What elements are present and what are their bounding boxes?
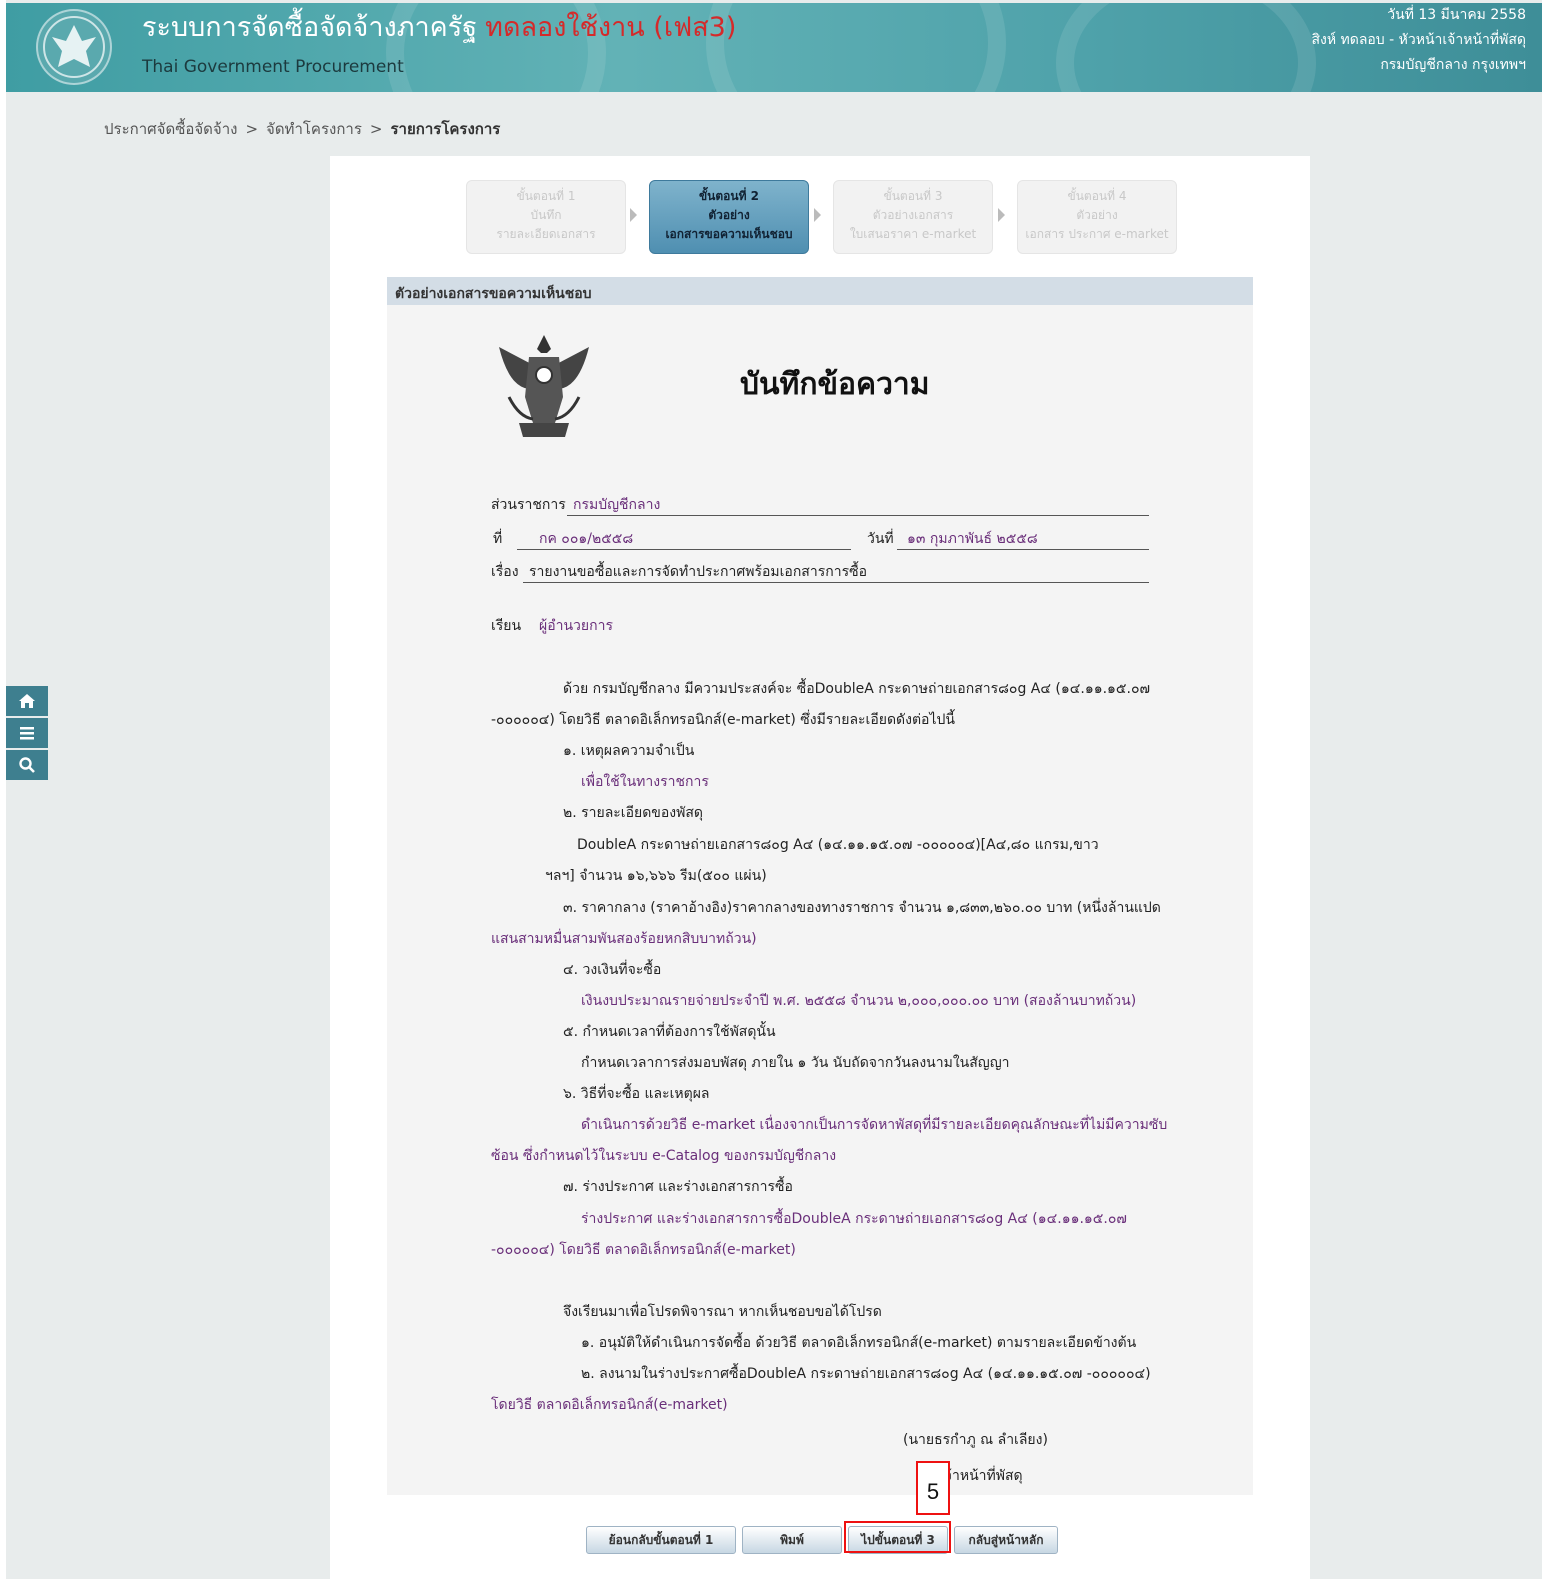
field-underline [897,549,1149,550]
body-line: กำหนดเวลาการส่งมอบพัสดุ ภายใน ๑ วัน นับถ… [581,1055,1010,1071]
step-2[interactable]: ขั้นตอนที่ 2 ตัวอย่าง เอกสารขอความเห็นชอ… [649,180,809,254]
to-value: ผู้อำนวยการ [539,618,613,634]
signer-title: เจ้าหน้าที่พัสดุ [939,1468,1023,1484]
step-number: ขั้นตอนที่ 3 [883,189,943,203]
step-label: ตัวอย่างเอกสาร [872,208,954,222]
body-line: ๔. วงเงินที่จะซื้อ [563,962,662,978]
body-line: จึงเรียนมาเพื่อโปรดพิจารณา หากเห็นชอบขอไ… [563,1304,882,1320]
user-info: วันที่ 13 มีนาคม 2558 สิงห์ ทดลอบ - หัวห… [1311,3,1526,78]
body-line: แสนสามหมื่นสามพันสองร้อยหกสิบบาทถ้วน) [491,931,757,947]
step-label: ตัวอย่าง [708,208,750,222]
garuda-seal-icon[interactable] [36,9,112,85]
memo-date-value: ๑๓ กุมภาพันธ์ ๒๕๕๘ [907,531,1038,547]
to-label: เรียน [491,618,522,634]
body-line: โดยวิธี ตลาดอิเล็กทรอนิกส์(e-market) [491,1397,728,1413]
annotation-highlight [844,1521,951,1553]
subject-label: เรื่อง [491,564,519,580]
trial-label: ทดลองใช้งาน (เฟส3) [485,12,737,43]
body-line: ๓. ราคากลาง (ราคาอ้างอิง)ราคากลางของทางร… [563,900,1161,916]
current-date: วันที่ 13 มีนาคม 2558 [1387,7,1526,23]
memo-document: บันทึกข้อความ ส่วนราชการ กรมบัญชีกลาง ที… [387,305,1253,1495]
agency-label: ส่วนราชการ [491,497,566,513]
step-label: เอกสาร ประกาศ e-market [1025,227,1169,241]
user-name: สิงห์ ทดลอบ - หัวหน้าเจ้าหน้าที่พัสดุ [1311,32,1526,48]
breadcrumb: ประกาศจัดซื้อจัดจ้าง > จัดทำโครงการ > รายการ… [104,117,500,141]
user-department: กรมบัญชีกลาง กรุงเทพฯ [1380,57,1526,73]
step-4[interactable]: ขั้นตอนที่ 4 ตัวอย่าง เอกสาร ประกาศ e-ma… [1017,180,1177,254]
system-subtitle: Thai Government Procurement [142,57,404,77]
body-line: เพื่อใช้ในทางราชการ [581,774,709,790]
field-underline [517,549,851,550]
body-line: ร่างประกาศ และร่างเอกสารการซื้อDoubleA ก… [581,1211,1127,1227]
body-line: ฯลฯ] จำนวน ๑๖,๖๖๖ รีม(๕๐๐ แผ่น) [545,868,767,884]
step-number: ขั้นตอนที่ 4 [1067,189,1127,203]
section-title: ตัวอย่างเอกสารขอความเห็นชอบ [387,277,1253,305]
body-line: เงินงบประมาณรายจ่ายประจำปี พ.ศ. ๒๕๕๘ จำน… [581,993,1137,1009]
body-line: -๐๐๐๐๐๔) โดยวิธี ตลาดอิเล็กทรอนิกส์(e-ma… [491,1242,796,1258]
step-indicator: ขั้นตอนที่ 1 บันทึก รายละเอียดเอกสาร ขั้… [330,180,1310,260]
home-button[interactable]: กลับสู่หน้าหลัก [954,1526,1058,1554]
memo-date-label: วันที่ [867,531,894,547]
system-title-text: ระบบการจัดซื้อจัดจ้างภาครัฐ [142,12,478,43]
header-decoration [706,3,1006,92]
body-line: ๒. ลงนามในร่างประกาศซื้อDoubleA กระดาษถ่… [581,1366,1151,1382]
home-icon[interactable] [6,686,48,716]
step-3[interactable]: ขั้นตอนที่ 3 ตัวอย่างเอกสาร ใบเสนอราคา e… [833,180,993,254]
memo-no-value: กค ๐๐๑/๒๕๕๘ [539,531,634,547]
breadcrumb-item[interactable]: ประกาศจัดซื้อจัดจ้าง [104,120,237,138]
memo-title: บันทึกข้อความ [740,367,930,402]
header-decoration [1056,3,1316,92]
breadcrumb-separator: > [245,120,259,138]
main-panel: ขั้นตอนที่ 1 บันทึก รายละเอียดเอกสาร ขั้… [330,156,1310,1579]
step-label: รายละเอียดเอกสาร [496,227,596,241]
field-underline [523,582,1149,583]
breadcrumb-item[interactable]: จัดทำโครงการ [266,120,362,138]
body-line: ๕. กำหนดเวลาที่ต้องการใช้พัสดุนั้น [563,1024,776,1040]
body-line: ๗. ร่างประกาศ และร่างเอกสารการซื้อ [563,1179,793,1195]
step-arrow-icon [630,208,637,222]
step-label: บันทึก [530,208,562,222]
search-icon[interactable] [6,750,48,780]
print-button[interactable]: พิมพ์ [742,1526,842,1554]
body-line: ๖. วิธีที่จะซื้อ และเหตุผล [563,1086,710,1102]
body-line: ๑. อนุมัติให้ดำเนินการจัดซื้อ ด้วยวิธี ต… [581,1335,1137,1351]
body-line: ด้วย กรมบัญชีกลาง มีความประสงค์จะ ซื้อDo… [563,681,1151,697]
field-underline [567,515,1149,516]
breadcrumb-separator: > [369,120,383,138]
step-annotation-callout: 5 [916,1461,950,1515]
memo-no-label: ที่ [493,531,503,547]
body-line: ซ้อน ซึ่งกำหนดไว้ในระบบ e-Catalog ของกรม… [491,1148,837,1164]
step-arrow-icon [814,208,821,222]
garuda-emblem-icon [489,327,599,445]
body-line: ๒. รายละเอียดของพัสดุ [563,805,703,821]
step-label: ตัวอย่าง [1076,208,1118,222]
menu-icon[interactable] [6,718,48,748]
step-number: ขั้นตอนที่ 1 [516,189,576,203]
body-line: DoubleA กระดาษถ่ายเอกสาร๘๐g A๔ (๑๔.๑๑.๑๕… [577,837,1099,853]
subject-value: รายงานขอซื้อและการจัดทำประกาศพร้อมเอกสาร… [529,564,868,580]
agency-value: กรมบัญชีกลาง [573,497,661,513]
body-line: ดำเนินการด้วยวิธี e-market เนื่องจากเป็น… [581,1117,1168,1133]
step-label: ใบเสนอราคา e-market [849,227,977,241]
step-arrow-icon [998,208,1005,222]
site-header: ระบบการจัดซื้อจัดจ้างภาครัฐ ทดลองใช้งาน (… [6,3,1542,92]
side-toolbar [6,686,48,782]
back-to-step1-button[interactable]: ย้อนกลับขั้นตอนที่ 1 [586,1526,736,1554]
breadcrumb-current: รายการโครงการ [390,120,501,138]
body-line: -๐๐๐๐๐๔) โดยวิธี ตลาดอิเล็กทรอนิกส์(e-ma… [491,712,955,728]
body-line: ๑. เหตุผลความจำเป็น [563,743,695,759]
system-title: ระบบการจัดซื้อจัดจ้างภาครัฐ ทดลองใช้งาน (… [142,5,736,48]
signer-name: (นายธรกำภู ณ ลำเลียง) [903,1432,1048,1448]
step-number: ขั้นตอนที่ 2 [698,189,760,203]
step-label: เอกสารขอความเห็นชอบ [665,227,793,241]
step-1[interactable]: ขั้นตอนที่ 1 บันทึก รายละเอียดเอกสาร [466,180,626,254]
